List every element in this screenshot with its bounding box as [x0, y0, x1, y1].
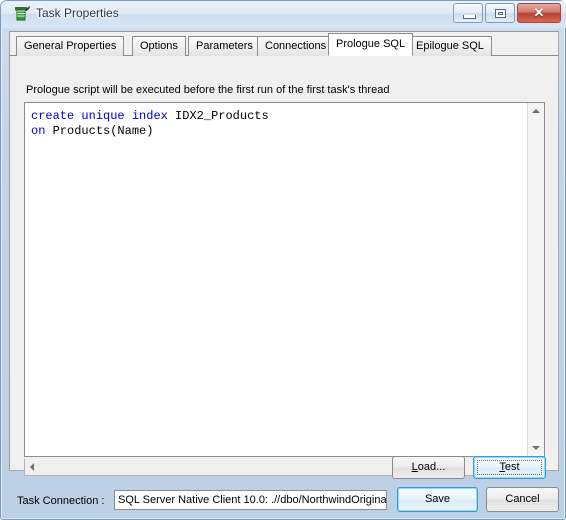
editor-vertical-scrollbar[interactable]	[527, 103, 544, 456]
save-button[interactable]: Save	[397, 487, 478, 512]
sql-token: Products(Name)	[45, 124, 154, 138]
sql-token: on	[31, 124, 46, 138]
tab-prologue-sql[interactable]: Prologue SQL	[328, 33, 414, 56]
maximize-icon	[495, 9, 506, 18]
sql-editor[interactable]: create unique index IDX2_Products on Pro…	[24, 102, 545, 457]
maximize-button[interactable]	[485, 3, 515, 23]
dialog-client-area: General Properties Options Parameters Co…	[9, 31, 559, 476]
dialog-window: Task Properties ✕ General Properties Opt…	[0, 0, 566, 520]
close-button[interactable]: ✕	[517, 3, 561, 23]
editor-horizontal-scrollbar[interactable]	[24, 459, 545, 476]
title-bar[interactable]: Task Properties ✕	[1, 1, 566, 28]
scroll-down-icon[interactable]	[528, 440, 544, 456]
sql-token: IDX2_Products	[167, 109, 269, 123]
cancel-button[interactable]: Cancel	[486, 487, 559, 512]
sql-code-text[interactable]: create unique index IDX2_Products on Pro…	[31, 109, 521, 139]
task-connection-label: Task Connection :	[17, 495, 105, 507]
tab-epilogue-sql[interactable]: Epilogue SQL	[408, 36, 492, 56]
minimize-button[interactable]	[453, 3, 483, 23]
sql-token: create	[31, 109, 75, 123]
tab-general-properties[interactable]: General Properties	[16, 36, 125, 56]
minimize-icon	[463, 15, 476, 19]
scroll-left-icon[interactable]	[25, 459, 42, 474]
panel-description: Prologue script will be executed before …	[26, 84, 390, 96]
tab-connections[interactable]: Connections	[257, 36, 335, 56]
close-icon: ✕	[533, 5, 545, 20]
load-button[interactable]: Load...	[392, 456, 465, 479]
test-button[interactable]: Test	[473, 456, 546, 479]
tab-strip: General Properties Options Parameters Co…	[10, 32, 558, 56]
tab-options[interactable]: Options	[132, 36, 186, 56]
task-connection-field[interactable]: SQL Server Native Client 10.0: .//dbo/No…	[114, 490, 387, 510]
scroll-up-icon[interactable]	[528, 103, 544, 119]
window-title: Task Properties	[36, 6, 119, 20]
sql-token: index	[131, 109, 168, 123]
sql-token: unique	[81, 109, 125, 123]
tab-parameters[interactable]: Parameters	[188, 36, 261, 56]
test-button-label: Test	[499, 461, 520, 473]
task-icon	[15, 6, 30, 21]
load-button-label: Load...	[411, 461, 446, 473]
